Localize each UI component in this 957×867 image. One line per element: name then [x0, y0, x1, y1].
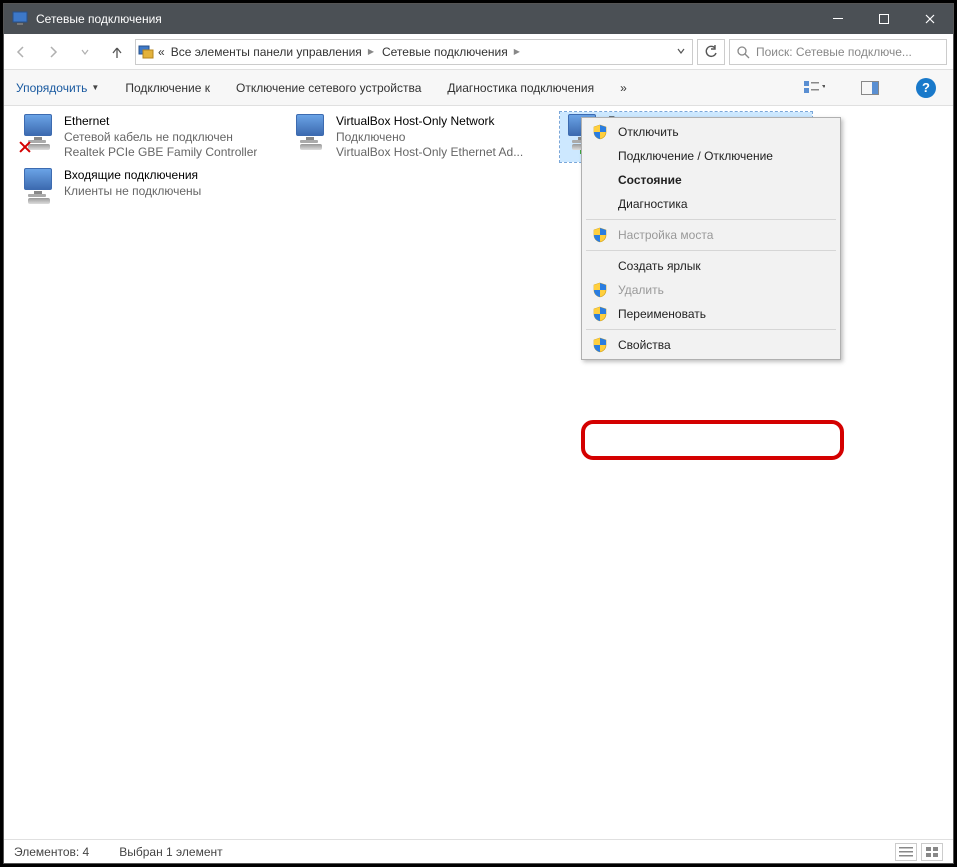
- search-icon: [736, 45, 750, 59]
- context-menu: Отключить Подключение / Отключение Состоян…: [581, 117, 841, 360]
- network-status: Клиенты не подключены: [64, 184, 201, 200]
- address-dropdown[interactable]: [672, 45, 690, 59]
- menu-item-label: Настройка моста: [618, 228, 713, 242]
- network-icon: [18, 114, 58, 154]
- statusbar: Элементов: 4 Выбран 1 элемент: [4, 839, 953, 863]
- view-options-button[interactable]: [799, 76, 829, 100]
- menu-item-настройка-моста: Настройка моста: [584, 223, 838, 247]
- diagnose-button[interactable]: Диагностика подключения: [447, 81, 594, 95]
- menu-item-label: Отключить: [618, 125, 679, 139]
- menu-item-label: Переименовать: [618, 307, 706, 321]
- minimize-button[interactable]: [815, 4, 861, 34]
- menu-separator: [586, 250, 836, 251]
- refresh-button[interactable]: [697, 39, 725, 65]
- network-text: EthernetСетевой кабель не подключенRealt…: [64, 114, 257, 161]
- back-button[interactable]: [7, 38, 35, 66]
- breadcrumb-seg2[interactable]: Сетевые подключения▶: [380, 45, 522, 59]
- network-status: Подключено: [336, 130, 523, 146]
- app-icon: [12, 11, 28, 27]
- organize-menu[interactable]: Упорядочить▼: [16, 81, 99, 95]
- network-item-входящие-подключения[interactable]: Входящие подключенияКлиенты не подключен…: [16, 166, 268, 216]
- search-placeholder: Поиск: Сетевые подключе...: [756, 45, 912, 59]
- network-device: Realtek PCIe GBE Family Controller: [64, 145, 257, 161]
- forward-button[interactable]: [39, 38, 67, 66]
- selection-count: Выбран 1 элемент: [119, 845, 222, 859]
- network-item-virtualbox-host-only-network[interactable]: VirtualBox Host-Only NetworkПодключеноVi…: [288, 112, 540, 162]
- menu-item-отключить[interactable]: Отключить: [584, 120, 838, 144]
- menu-item-label: Удалить: [618, 283, 664, 297]
- menu-item-удалить: Удалить: [584, 278, 838, 302]
- address-bar[interactable]: « Все элементы панели управления▶ Сетевы…: [135, 39, 693, 65]
- item-count: Элементов: 4: [14, 845, 89, 859]
- window-title: Сетевые подключения: [36, 12, 815, 26]
- menu-item-label: Состояние: [618, 173, 682, 187]
- disable-device-button[interactable]: Отключение сетевого устройства: [236, 81, 421, 95]
- network-device: VirtualBox Host-Only Ethernet Ad...: [336, 145, 523, 161]
- content-area[interactable]: EthernetСетевой кабель не подключенRealt…: [4, 106, 953, 839]
- menu-item-диагностика[interactable]: Диагностика: [584, 192, 838, 216]
- menu-item-label: Диагностика: [618, 197, 688, 211]
- connect-to-button[interactable]: Подключение к: [125, 81, 210, 95]
- breadcrumb-seg1[interactable]: Все элементы панели управления▶: [169, 45, 376, 59]
- network-status: Сетевой кабель не подключен: [64, 130, 257, 146]
- network-text: VirtualBox Host-Only NetworkПодключеноVi…: [336, 114, 523, 161]
- network-title: VirtualBox Host-Only Network: [336, 114, 523, 130]
- chevron-right-icon: ▶: [368, 47, 374, 56]
- network-icon: [290, 114, 330, 154]
- menu-item-свойства[interactable]: Свойства: [584, 333, 838, 357]
- icons-view-button[interactable]: [921, 843, 943, 861]
- help-button[interactable]: ?: [911, 76, 941, 100]
- close-button[interactable]: [907, 4, 953, 34]
- menu-separator: [586, 219, 836, 220]
- breadcrumb-prefix: «: [158, 45, 165, 59]
- toolbar: Упорядочить▼ Подключение к Отключение се…: [4, 70, 953, 106]
- network-icon: [18, 168, 58, 208]
- menu-item-создать-ярлык[interactable]: Создать ярлык: [584, 254, 838, 278]
- network-title: Ethernet: [64, 114, 257, 130]
- network-title: Входящие подключения: [64, 168, 201, 184]
- details-view-button[interactable]: [895, 843, 917, 861]
- menu-separator: [586, 329, 836, 330]
- toolbar-overflow[interactable]: »: [620, 81, 627, 95]
- network-item-ethernet[interactable]: EthernetСетевой кабель не подключенRealt…: [16, 112, 268, 162]
- menu-item-label: Свойства: [618, 338, 671, 352]
- menu-item-label: Создать ярлык: [618, 259, 701, 273]
- titlebar[interactable]: Сетевые подключения: [4, 4, 953, 34]
- up-button[interactable]: [103, 38, 131, 66]
- navbar: « Все элементы панели управления▶ Сетевы…: [4, 34, 953, 70]
- menu-item-переименовать[interactable]: Переименовать: [584, 302, 838, 326]
- preview-pane-button[interactable]: [855, 76, 885, 100]
- chevron-down-icon: ▼: [91, 83, 99, 92]
- address-icon: [138, 44, 154, 60]
- menu-item-подключение-отключение[interactable]: Подключение / Отключение: [584, 144, 838, 168]
- window-controls: [815, 4, 953, 34]
- annotation-highlight: [581, 420, 844, 460]
- network-text: Входящие подключенияКлиенты не подключен…: [64, 168, 201, 199]
- help-icon: ?: [916, 78, 936, 98]
- menu-item-label: Подключение / Отключение: [618, 149, 773, 163]
- chevron-right-icon: ▶: [514, 47, 520, 56]
- menu-item-состояние[interactable]: Состояние: [584, 168, 838, 192]
- maximize-button[interactable]: [861, 4, 907, 34]
- recent-dropdown[interactable]: [71, 38, 99, 66]
- search-input[interactable]: Поиск: Сетевые подключе...: [729, 39, 947, 65]
- window: Сетевые подключения « Все элементы панел…: [3, 3, 954, 864]
